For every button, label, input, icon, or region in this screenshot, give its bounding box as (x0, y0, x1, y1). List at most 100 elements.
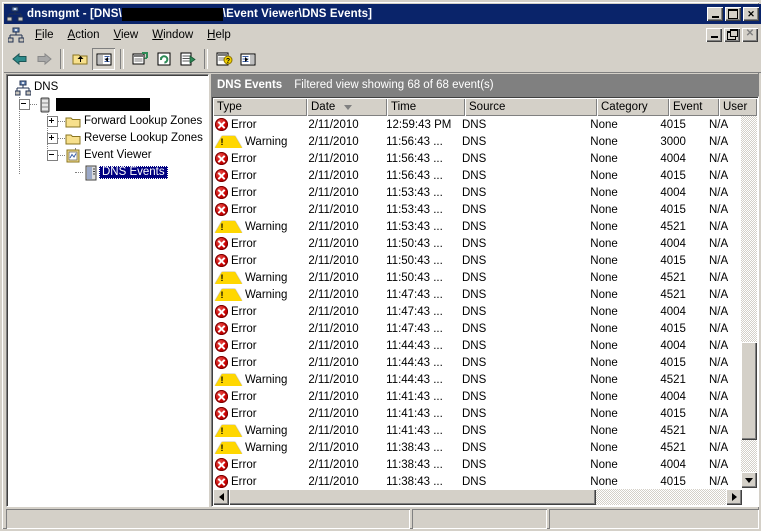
table-row[interactable]: Error 2/11/2010 11:38:43 ... DNS None 4015 N/A (213, 473, 742, 488)
tree-item-reverse-lookup-zones[interactable]: Reverse Lookup Zones (11, 130, 208, 147)
table-row[interactable]: Warning 2/11/2010 11:56:43 ... DNS None 3000 N… (213, 133, 742, 150)
table-row[interactable]: Warning 2/11/2010 11:50:43 ... DNS None 4521 N… (213, 269, 742, 286)
cell-source: DNS (461, 373, 487, 386)
mdi-minimize-button[interactable] (706, 27, 722, 42)
tree-item-dns-root[interactable]: DNS (11, 79, 208, 96)
table-row[interactable]: Error 2/11/2010 11:47:43 ... DNS None 4015 N/A (213, 320, 742, 337)
menu-view[interactable]: View (107, 27, 146, 43)
dns-server-icon[interactable] (6, 6, 24, 22)
cell-category: None (590, 237, 618, 250)
column-header-time[interactable]: Time (387, 98, 465, 116)
error-icon (215, 407, 228, 420)
back-icon[interactable] (8, 48, 31, 70)
menu-help[interactable]: Help (200, 27, 238, 43)
console-tree-pane[interactable]: DNS Forward Lookup Zones Reverse Lookup … (6, 74, 209, 507)
tree-item-server[interactable] (11, 96, 208, 113)
cell-event: 4015 (660, 169, 686, 182)
scroll-up-button-header[interactable] (757, 98, 758, 116)
column-header-date[interactable]: Date (307, 98, 387, 116)
show-hide-console-tree-icon[interactable] (92, 47, 115, 70)
results-header-bar: DNS Events Filtered view showing 68 of 6… (211, 74, 759, 96)
table-row[interactable]: Error 2/11/2010 11:50:43 ... DNS None 4015 N/A (213, 252, 742, 269)
tree-expander-server[interactable] (19, 99, 30, 110)
column-header-type[interactable]: Type (213, 98, 307, 116)
table-row[interactable]: Error 2/11/2010 11:44:43 ... DNS None 4015 N/A (213, 354, 742, 371)
table-row[interactable]: Warning 2/11/2010 11:44:43 ... DNS None 4521 N… (213, 371, 742, 388)
console-icon[interactable] (7, 27, 25, 43)
cell-source: DNS (461, 407, 487, 420)
scroll-down-button[interactable] (741, 472, 757, 488)
table-row[interactable]: Error 2/11/2010 11:41:43 ... DNS None 4015 N/A (213, 405, 742, 422)
mdi-restore-button[interactable] (724, 27, 740, 42)
menu-action[interactable]: Action (61, 27, 107, 43)
horizontal-scroll-thumb[interactable] (229, 489, 596, 505)
table-row[interactable]: Warning 2/11/2010 11:53:43 ... DNS None 4521 N… (213, 218, 742, 235)
cell-event: 4015 (660, 475, 686, 488)
column-header-source[interactable]: Source (465, 98, 597, 116)
cell-type-label: Warning (245, 288, 288, 301)
tree-item-forward-lookup-zones[interactable]: Forward Lookup Zones (11, 113, 208, 130)
table-row[interactable]: Error 2/11/2010 11:41:43 ... DNS None 4004 N/A (213, 388, 742, 405)
table-row[interactable]: Error 2/11/2010 12:59:43 PM DNS None 4015 N/A (213, 116, 742, 133)
warning-icon (215, 136, 242, 148)
vertical-scrollbar[interactable] (741, 116, 757, 488)
table-row[interactable]: Warning 2/11/2010 11:41:43 ... DNS None 4521 N… (213, 422, 742, 439)
cell-event: 4015 (660, 407, 686, 420)
tree-item-event-viewer[interactable]: Event Viewer (11, 147, 208, 164)
cell-type: Error (213, 118, 304, 131)
cell-type: Error (213, 152, 304, 165)
warning-icon (215, 272, 242, 284)
cell-type-label: Error (231, 322, 257, 335)
table-row[interactable]: Error 2/11/2010 11:50:43 ... DNS None 4004 N/A (213, 235, 742, 252)
help-icon[interactable]: ? (212, 48, 235, 70)
table-row[interactable]: Warning 2/11/2010 11:38:43 ... DNS None 4521 N… (213, 439, 742, 456)
refresh-icon[interactable] (152, 48, 175, 70)
table-row[interactable]: Error 2/11/2010 11:38:43 ... DNS None 4004 N/A (213, 456, 742, 473)
error-icon (215, 237, 228, 250)
warning-icon (215, 425, 242, 437)
export-list-icon[interactable] (176, 48, 199, 70)
cell-user: N/A (708, 339, 729, 352)
error-icon (215, 118, 228, 131)
column-header-category[interactable]: Category (597, 98, 669, 116)
title-bar[interactable]: dnsmgmt - [DNS\ \Event Viewer\DNS Events… (4, 4, 761, 24)
cell-category: None (590, 118, 618, 131)
table-row[interactable]: Error 2/11/2010 11:47:43 ... DNS None 4004 N/A (213, 303, 742, 320)
scroll-left-button[interactable] (213, 489, 229, 505)
dns-events-icon (83, 165, 99, 181)
tree-label-dns-events: DNS Events (99, 165, 168, 180)
error-icon (215, 169, 228, 182)
column-header-user[interactable]: User (719, 98, 757, 116)
cell-user: N/A (708, 237, 729, 250)
show-hide-action-pane-icon[interactable] (236, 48, 259, 70)
warning-icon (215, 289, 242, 301)
cell-type: Warning (213, 441, 304, 454)
menu-window[interactable]: Window (145, 27, 200, 43)
close-button[interactable]: ✕ (743, 7, 759, 21)
maximize-button[interactable] (725, 7, 741, 21)
cell-type-label: Error (231, 458, 257, 471)
minimize-button[interactable] (707, 7, 723, 21)
cell-type-label: Warning (245, 220, 288, 233)
mdi-close-button[interactable]: ✕ (742, 27, 758, 42)
table-row[interactable]: Error 2/11/2010 11:53:43 ... DNS None 4004 N/A (213, 184, 742, 201)
menu-file[interactable]: File (28, 27, 61, 43)
table-row[interactable]: Error 2/11/2010 11:53:43 ... DNS None 4015 N/A (213, 201, 742, 218)
tree-expander-reverse-lookup-zones[interactable] (47, 133, 58, 144)
vertical-scroll-thumb[interactable] (741, 342, 757, 440)
tree-item-dns-events[interactable]: DNS Events (11, 164, 208, 181)
table-row[interactable]: Error 2/11/2010 11:56:43 ... DNS None 4015 N/A (213, 167, 742, 184)
table-row[interactable]: Error 2/11/2010 11:44:43 ... DNS None 4004 N/A (213, 337, 742, 354)
column-header-event[interactable]: Event (669, 98, 719, 116)
forward-icon[interactable] (32, 48, 55, 70)
event-list[interactable]: Type Date Time Source Category Event Use… (211, 96, 759, 507)
cell-type: Warning (213, 373, 304, 386)
up-one-level-icon[interactable] (68, 48, 91, 70)
properties-icon[interactable] (128, 48, 151, 70)
tree-expander-event-viewer[interactable] (47, 150, 58, 161)
table-row[interactable]: Error 2/11/2010 11:56:43 ... DNS None 4004 N/A (213, 150, 742, 167)
horizontal-scrollbar[interactable] (213, 489, 742, 505)
table-row[interactable]: Warning 2/11/2010 11:47:43 ... DNS None 4521 N… (213, 286, 742, 303)
scroll-right-button[interactable] (726, 489, 742, 505)
tree-expander-forward-lookup-zones[interactable] (47, 116, 58, 127)
